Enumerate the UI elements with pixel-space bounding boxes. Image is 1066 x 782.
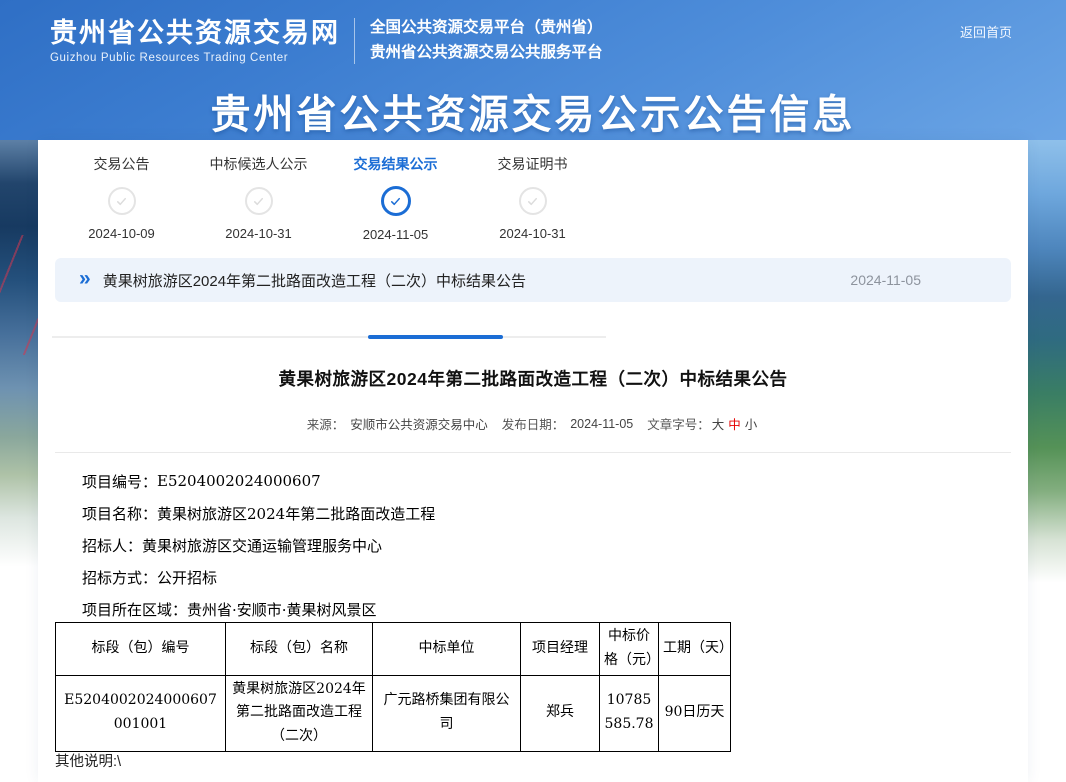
progress-steps: 交易公告 2024-10-09 中标候选人公示 2024-10-31 交易结果公… xyxy=(53,154,613,242)
site-logo[interactable]: 贵州省公共资源交易网 Guizhou Public Resources Trad… xyxy=(50,18,340,63)
check-icon xyxy=(519,187,547,215)
step-label: 交易证明书 xyxy=(498,154,568,174)
logo-title: 贵州省公共资源交易网 xyxy=(50,18,340,49)
step-candidate-publicity[interactable]: 中标候选人公示 2024-10-31 xyxy=(190,154,327,242)
fontsize-label: 文章字号： xyxy=(647,414,710,433)
other-note: 其他说明:\ xyxy=(55,750,121,771)
notice-bar[interactable]: » 黄果树旅游区2024年第二批路面改造工程（二次）中标结果公告 2024-11… xyxy=(55,258,1011,302)
project-fields: 项目编号：E5204002024000607 项目名称：黄果树旅游区2024年第… xyxy=(82,465,435,625)
publish-date-label: 发布日期： xyxy=(502,414,565,433)
article-title: 黄果树旅游区2024年第二批路面改造工程（二次）中标结果公告 xyxy=(38,366,1028,391)
cell-section-name: 黄果树旅游区2024年第二批路面改造工程（二次） xyxy=(226,675,373,751)
field-project-number: 项目编号：E5204002024000607 xyxy=(82,465,435,497)
top-bar: 贵州省公共资源交易网 Guizhou Public Resources Trad… xyxy=(0,0,1066,70)
step-date: 2024-10-09 xyxy=(88,226,155,241)
check-icon xyxy=(245,187,273,215)
step-label: 交易结果公示 xyxy=(354,154,438,174)
background-photo-right xyxy=(1028,140,1066,680)
cell-winning-bidder: 广元路桥集团有限公司 xyxy=(373,675,521,751)
fontsize-small-button[interactable]: 小 xyxy=(745,414,758,433)
article-meta: 来源： 安顺市公共资源交易中心 发布日期： 2024-11-05 文章字号： 大… xyxy=(38,414,1028,433)
col-section-number: 标段（包）编号 xyxy=(56,623,226,676)
publish-date-value: 2024-11-05 xyxy=(570,417,633,431)
step-track-active-segment xyxy=(368,335,503,339)
page: 贵州省公共资源交易网 Guizhou Public Resources Trad… xyxy=(0,0,1066,782)
source-label: 来源： xyxy=(307,414,345,433)
vertical-divider xyxy=(354,18,355,64)
source-value: 安顺市公共资源交易中心 xyxy=(350,414,488,433)
return-home-link[interactable]: 返回首页 xyxy=(960,22,1012,41)
platform-names: 全国公共资源交易平台（贵州省） 贵州省公共资源交易公共服务平台 xyxy=(370,16,603,66)
table-row: E5204002024000607001001 黄果树旅游区2024年第二批路面… xyxy=(56,675,731,751)
platform-line-1: 全国公共资源交易平台（贵州省） xyxy=(370,16,603,41)
cell-bid-price: 10785585.78 xyxy=(600,675,659,751)
step-label: 交易公告 xyxy=(94,154,150,174)
step-date: 2024-11-05 xyxy=(363,227,429,242)
col-winning-bidder: 中标单位 xyxy=(373,623,521,676)
field-tender-method: 招标方式：公开招标 xyxy=(82,561,435,593)
check-icon xyxy=(381,186,411,216)
col-duration: 工期（天） xyxy=(659,623,731,676)
field-project-region: 项目所在区域：贵州省·安顺市·黄果树风景区 xyxy=(82,593,435,625)
fontsize-large-button[interactable]: 大 xyxy=(712,414,725,433)
logo-subtitle: Guizhou Public Resources Trading Center xyxy=(50,52,340,64)
double-chevron-icon: » xyxy=(79,268,91,289)
table-header-row: 标段（包）编号 标段（包）名称 中标单位 项目经理 中标价格（元） 工期（天） xyxy=(56,623,731,676)
field-project-name: 项目名称：黄果树旅游区2024年第二批路面改造工程 xyxy=(82,497,435,529)
cell-project-manager: 郑兵 xyxy=(521,675,600,751)
step-track-line xyxy=(52,336,606,338)
step-date: 2024-10-31 xyxy=(225,226,292,241)
check-icon xyxy=(108,187,136,215)
step-trade-announcement[interactable]: 交易公告 2024-10-09 xyxy=(53,154,190,242)
content-card: 交易公告 2024-10-09 中标候选人公示 2024-10-31 交易结果公… xyxy=(38,140,1028,782)
step-date: 2024-10-31 xyxy=(499,226,566,241)
page-title: 贵州省公共资源交易公示公告信息 xyxy=(0,82,1066,140)
platform-line-2: 贵州省公共资源交易公共服务平台 xyxy=(370,41,603,66)
cell-section-number: E5204002024000607001001 xyxy=(56,675,226,751)
notice-date: 2024-11-05 xyxy=(850,272,987,288)
field-tenderer: 招标人：黄果树旅游区交通运输管理服务中心 xyxy=(82,529,435,561)
col-bid-price: 中标价格（元） xyxy=(600,623,659,676)
fontsize-medium-button[interactable]: 中 xyxy=(728,414,741,433)
bid-result-table: 标段（包）编号 标段（包）名称 中标单位 项目经理 中标价格（元） 工期（天） … xyxy=(55,622,731,752)
notice-title: 黄果树旅游区2024年第二批路面改造工程（二次）中标结果公告 xyxy=(103,270,526,291)
step-label: 中标候选人公示 xyxy=(210,154,308,174)
cell-duration: 90日历天 xyxy=(659,675,731,751)
step-trade-certificate[interactable]: 交易证明书 2024-10-31 xyxy=(464,154,601,242)
meta-divider xyxy=(55,452,1011,453)
hero-header: 贵州省公共资源交易网 Guizhou Public Resources Trad… xyxy=(0,0,1066,140)
col-section-name: 标段（包）名称 xyxy=(226,623,373,676)
step-trade-result-publicity[interactable]: 交易结果公示 2024-11-05 xyxy=(327,154,464,242)
col-project-manager: 项目经理 xyxy=(521,623,600,676)
background-photo-left xyxy=(0,140,38,680)
